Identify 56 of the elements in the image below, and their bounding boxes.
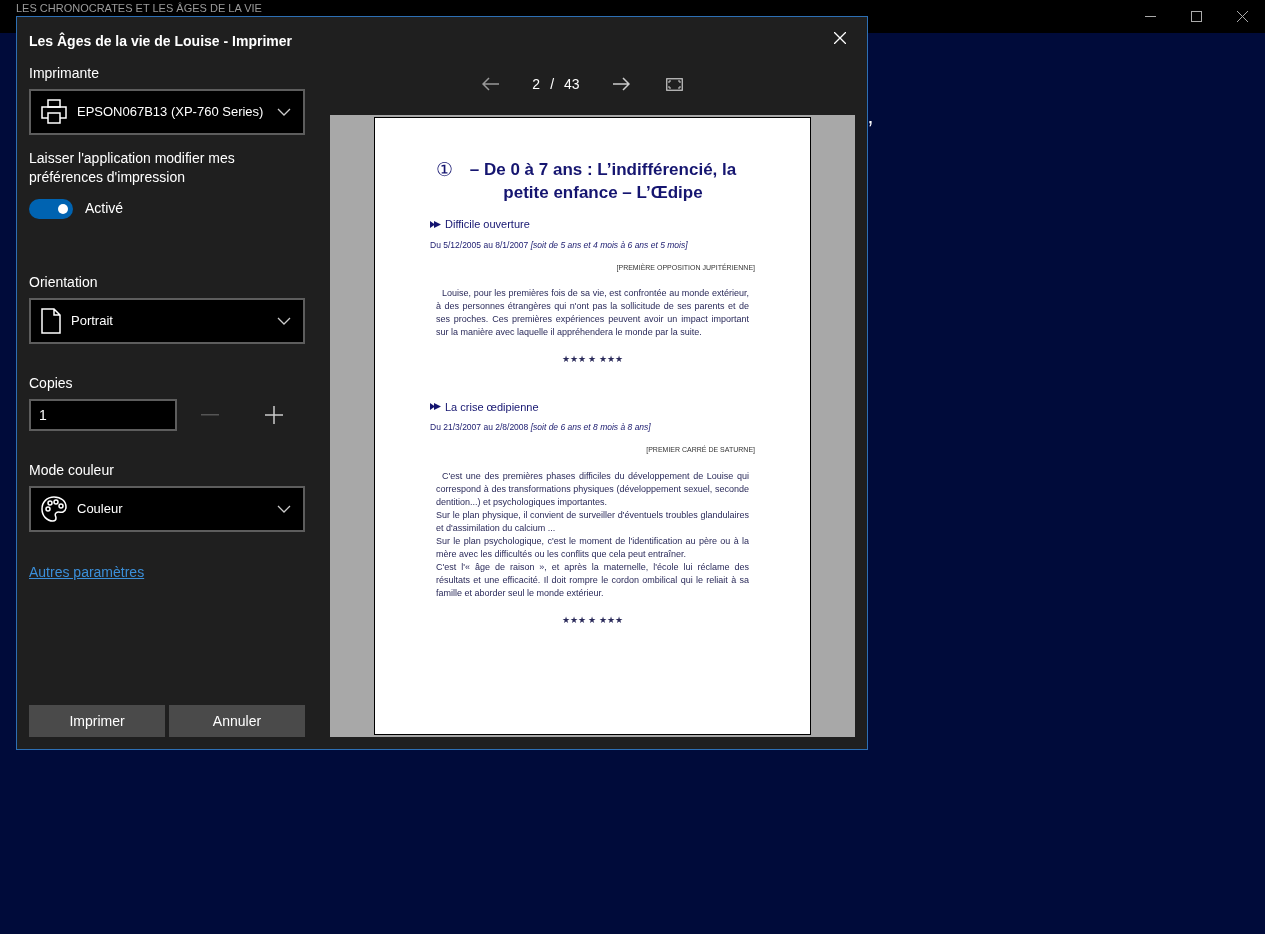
page-total: 43: [564, 74, 580, 94]
increment-button[interactable]: [263, 404, 285, 426]
next-page-icon[interactable]: [611, 77, 630, 91]
paragraph: Louise, pour les premières fois de sa vie, est confrontée au monde extérieur, à des personnes étrangères qui n'ont pas la sollicitude de ses parents et de ses proches. Ces premières expériences peuvent avoir un impact important sur la manière avec laquelle il appréhendera le monde par la suite.: [436, 287, 749, 339]
page-icon: [41, 308, 61, 334]
previous-page-icon[interactable]: [482, 77, 501, 91]
dialog-button[interactable]: Annuler: [169, 705, 305, 737]
section-number: ①: [436, 158, 453, 182]
setting-label: Orientation: [29, 273, 99, 292]
page-heading: – De 0 à 7 ans : L’indifférencié, la petite enfance – L’Œdipe: [468, 159, 738, 204]
dropdown[interactable]: Portrait: [29, 298, 305, 344]
double-arrow-icon: [430, 220, 441, 228]
close-icon: [1236, 11, 1248, 22]
dropdown-value: EPSON067B13 (XP-760 Series): [77, 103, 265, 122]
dialog-title: Les Âges de la vie de Louise - Imprimer: [29, 31, 293, 51]
paragraph: Sur le plan physique, il convient de surveiller d'éventuels troubles glandulaires et d'assimilation du calcium ...: [436, 508, 749, 535]
paragraph: C'est l'« âge de raison », et après la maternelle, l'école lui réclame des résultats et une efficacité. Il doit rompre le cordon ombilical qui le reliait à sa famille et aborder seul le monde extérieur.: [436, 560, 749, 600]
dropdown-value: Couleur: [77, 500, 124, 519]
dialog-button[interactable]: Imprimer: [29, 705, 165, 737]
background-text: ’: [868, 115, 873, 143]
palette-icon: [41, 496, 67, 522]
current-page: 2: [532, 74, 541, 94]
paragraph: C'est une des premières phases difficiles du développement de Louise qui correspond à des transformations physiques (développement sexuel, seconde dentition...) et psychologiques importantes.: [436, 469, 749, 509]
minus-icon: [201, 414, 219, 416]
double-arrow-icon: [430, 403, 441, 411]
app-title: LES CHRONOCRATES ET LES ÂGES DE LA VIE: [16, 2, 262, 14]
setting-label: Laisser l'application modifier mes préférences d'impression: [29, 149, 236, 187]
copies-field[interactable]: 1: [29, 399, 177, 431]
separator-stars: ★★★ ★ ★★★: [562, 614, 623, 625]
dropdown-value: Portrait: [71, 312, 114, 331]
close-icon: [834, 32, 846, 44]
setting-label: Copies: [29, 374, 74, 393]
subsection-heading: La crise œdipienne: [445, 399, 539, 415]
age-note: [soit de 6 ans et 8 mois à 8 ans]: [530, 422, 651, 432]
separator-stars: ★★★ ★ ★★★: [562, 354, 623, 364]
page-separator: /: [550, 74, 555, 94]
minimize-icon: [1144, 15, 1156, 18]
setting-label: Imprimante: [29, 64, 101, 83]
subsection-heading: Difficile ouverture: [445, 217, 530, 232]
age-note: [soit de 5 ans et 4 mois à 6 ans et 5 mois]: [530, 239, 688, 250]
chevron-down-icon: [277, 108, 291, 116]
date-range: Du 5/12/2005 au 8/1/2007: [430, 239, 529, 250]
date-range: Du 21/3/2007 au 2/8/2008: [430, 422, 529, 432]
dropdown[interactable]: Couleur: [29, 486, 305, 532]
toggle-switch[interactable]: [29, 198, 73, 219]
chevron-down-icon: [277, 505, 291, 513]
paragraph: Sur le plan psychologique, c'est le moment de l'identification au père ou à la mère avec les difficultés ou les conflits que cela peut entraîner.: [436, 534, 749, 561]
more-settings-link[interactable]: Autres paramètres: [29, 562, 145, 583]
toggle-state: Activé: [85, 199, 124, 218]
plus-icon: [265, 406, 283, 424]
maximize-icon: [1190, 11, 1202, 22]
printer-icon: [41, 99, 67, 125]
dropdown[interactable]: EPSON067B13 (XP-760 Series): [29, 89, 305, 135]
setting-label: Mode couleur: [29, 461, 115, 480]
fit-page-icon[interactable]: [665, 77, 683, 91]
chevron-down-icon: [277, 317, 291, 325]
